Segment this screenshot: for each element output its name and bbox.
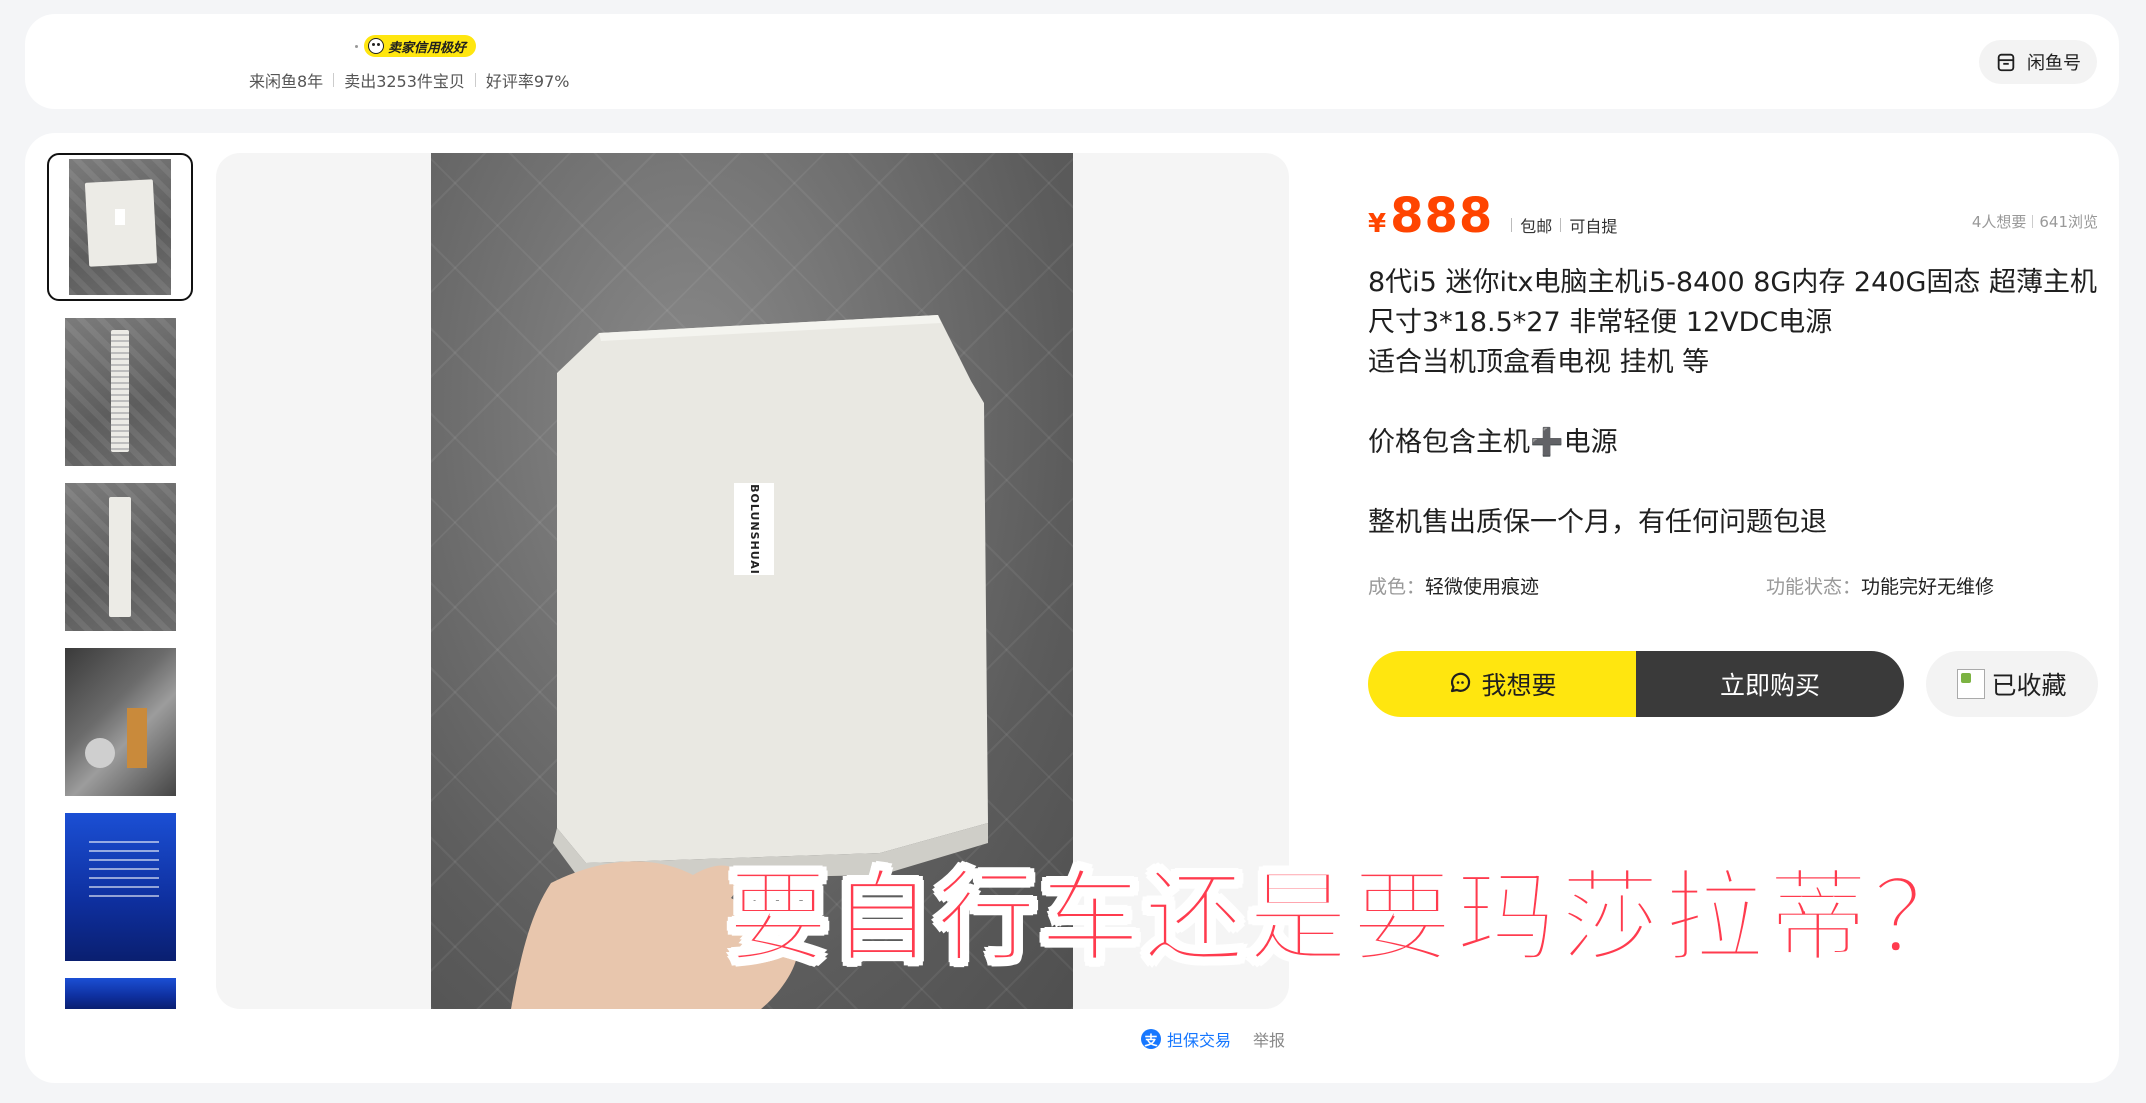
favorite-label: 已收藏 <box>1991 671 2067 700</box>
xianyu-id-label: 闲鱼号 <box>2027 53 2081 74</box>
attribute-value: 功能完好无维修 <box>1861 576 1995 598</box>
shop-icon <box>1997 53 2015 72</box>
thumbnail-box-label <box>115 209 125 225</box>
credit-label: 卖家信用极好 <box>388 40 467 56</box>
purchase-actions: 我想要 立即购买 <box>1368 651 1904 717</box>
trust-row: 支 担保交易 举报 <box>1141 1027 1285 1051</box>
thumbnail-5[interactable] <box>65 813 176 961</box>
seller-card: 卖家信用极好 来闲鱼8年 卖出3253件宝贝 好评率97% 闲鱼号 <box>25 14 2119 109</box>
buy-now-button[interactable]: 立即购买 <box>1636 651 1904 717</box>
description-text: 价格包含主机 <box>1368 427 1530 458</box>
seller-sold-count: 卖出3253件宝贝 <box>344 72 465 91</box>
plus-icon: ➕ <box>1530 427 1564 458</box>
alipay-icon: 支 <box>1141 1029 1161 1049</box>
self-pickup-tag: 可自提 <box>1569 217 1618 236</box>
fan-shape <box>85 738 115 768</box>
thumbnail-2[interactable] <box>65 318 176 466</box>
divider <box>474 73 476 87</box>
thumbnail-1[interactable] <box>47 153 193 301</box>
price-row: ¥ 888 包邮 可自提 <box>1368 188 1617 244</box>
thumbnail-box-shape <box>109 497 131 617</box>
buy-now-label: 立即购买 <box>1719 671 1820 700</box>
chat-icon <box>1451 672 1471 693</box>
escrow-link[interactable]: 支 担保交易 <box>1141 1027 1231 1051</box>
attribute-key: 功能状态： <box>1766 576 1862 598</box>
attribute-value: 轻微使用痕迹 <box>1425 576 1540 598</box>
credit-pill: 卖家信用极好 <box>364 35 477 57</box>
thumbnail-image <box>65 813 176 961</box>
separator-dot <box>355 44 358 48</box>
product-description: 8代i5 迷你itx电脑主机i5-8400 8G内存 240G固态 超薄主机 尺… <box>1368 263 2100 543</box>
seller-rating: 好评率97% <box>485 72 570 91</box>
thumbnail-4[interactable] <box>65 648 176 796</box>
attribute-function: 功能状态：功能完好无维修 <box>1766 572 1994 599</box>
thumbnail-image <box>65 978 176 1009</box>
price-currency: ¥ <box>1368 209 1387 239</box>
attribute-key: 成色： <box>1368 576 1426 598</box>
thumbnail-image <box>65 648 176 796</box>
smiley-icon <box>368 38 384 54</box>
thumbnail-6[interactable] <box>65 978 176 1009</box>
divider <box>1560 218 1562 232</box>
description-line: 8代i5 迷你itx电脑主机i5-8400 8G内存 240G固态 超薄主机 尺… <box>1368 267 2097 338</box>
seller-stats: 来闲鱼8年 卖出3253件宝贝 好评率97% <box>249 68 570 92</box>
thumbnail-image <box>65 318 176 466</box>
description-line: 价格包含主机➕电源 <box>1368 423 2100 463</box>
seller-years: 来闲鱼8年 <box>249 72 324 91</box>
credit-badge: 卖家信用极好 <box>355 35 477 57</box>
xianyu-id-button[interactable]: 闲鱼号 <box>1979 40 2097 84</box>
overlay-caption: 要自行车还是要玛莎拉蒂？ <box>727 858 1976 977</box>
thumbnail-image <box>69 159 171 295</box>
thumbnail-box-shape <box>111 330 129 452</box>
want-button[interactable]: 我想要 <box>1368 651 1636 717</box>
description-text: 电源 <box>1563 427 1618 458</box>
want-label: 我想要 <box>1481 671 1557 700</box>
attribute-condition: 成色：轻微使用痕迹 <box>1368 572 1539 599</box>
divider <box>1511 218 1513 232</box>
screen-text-lines <box>89 841 159 901</box>
escrow-label: 担保交易 <box>1167 1031 1232 1050</box>
description-line: 适合当机顶盒看电视 挂机 等 <box>1368 347 1710 378</box>
divider <box>333 73 335 87</box>
free-shipping-tag: 包邮 <box>1520 217 1553 236</box>
delivery-tags: 包邮 可自提 <box>1503 213 1617 237</box>
thumbnail-3[interactable] <box>65 483 176 631</box>
favorite-icon <box>1957 669 1986 699</box>
thumbnail-image <box>65 483 176 631</box>
report-link[interactable]: 举报 <box>1253 1027 1285 1051</box>
want-count: 4人想要 <box>1971 213 2027 231</box>
description-line: 整机售出质保一个月，有任何问题包退 <box>1368 507 1827 538</box>
interest-stats: 4人想要 641浏览 <box>1972 211 2098 232</box>
favorite-button[interactable]: 已收藏 <box>1926 651 2098 717</box>
price-value: 888 <box>1390 188 1494 244</box>
divider <box>2032 215 2034 228</box>
view-count: 641浏览 <box>2039 213 2098 231</box>
heatsink-shape <box>127 708 147 768</box>
